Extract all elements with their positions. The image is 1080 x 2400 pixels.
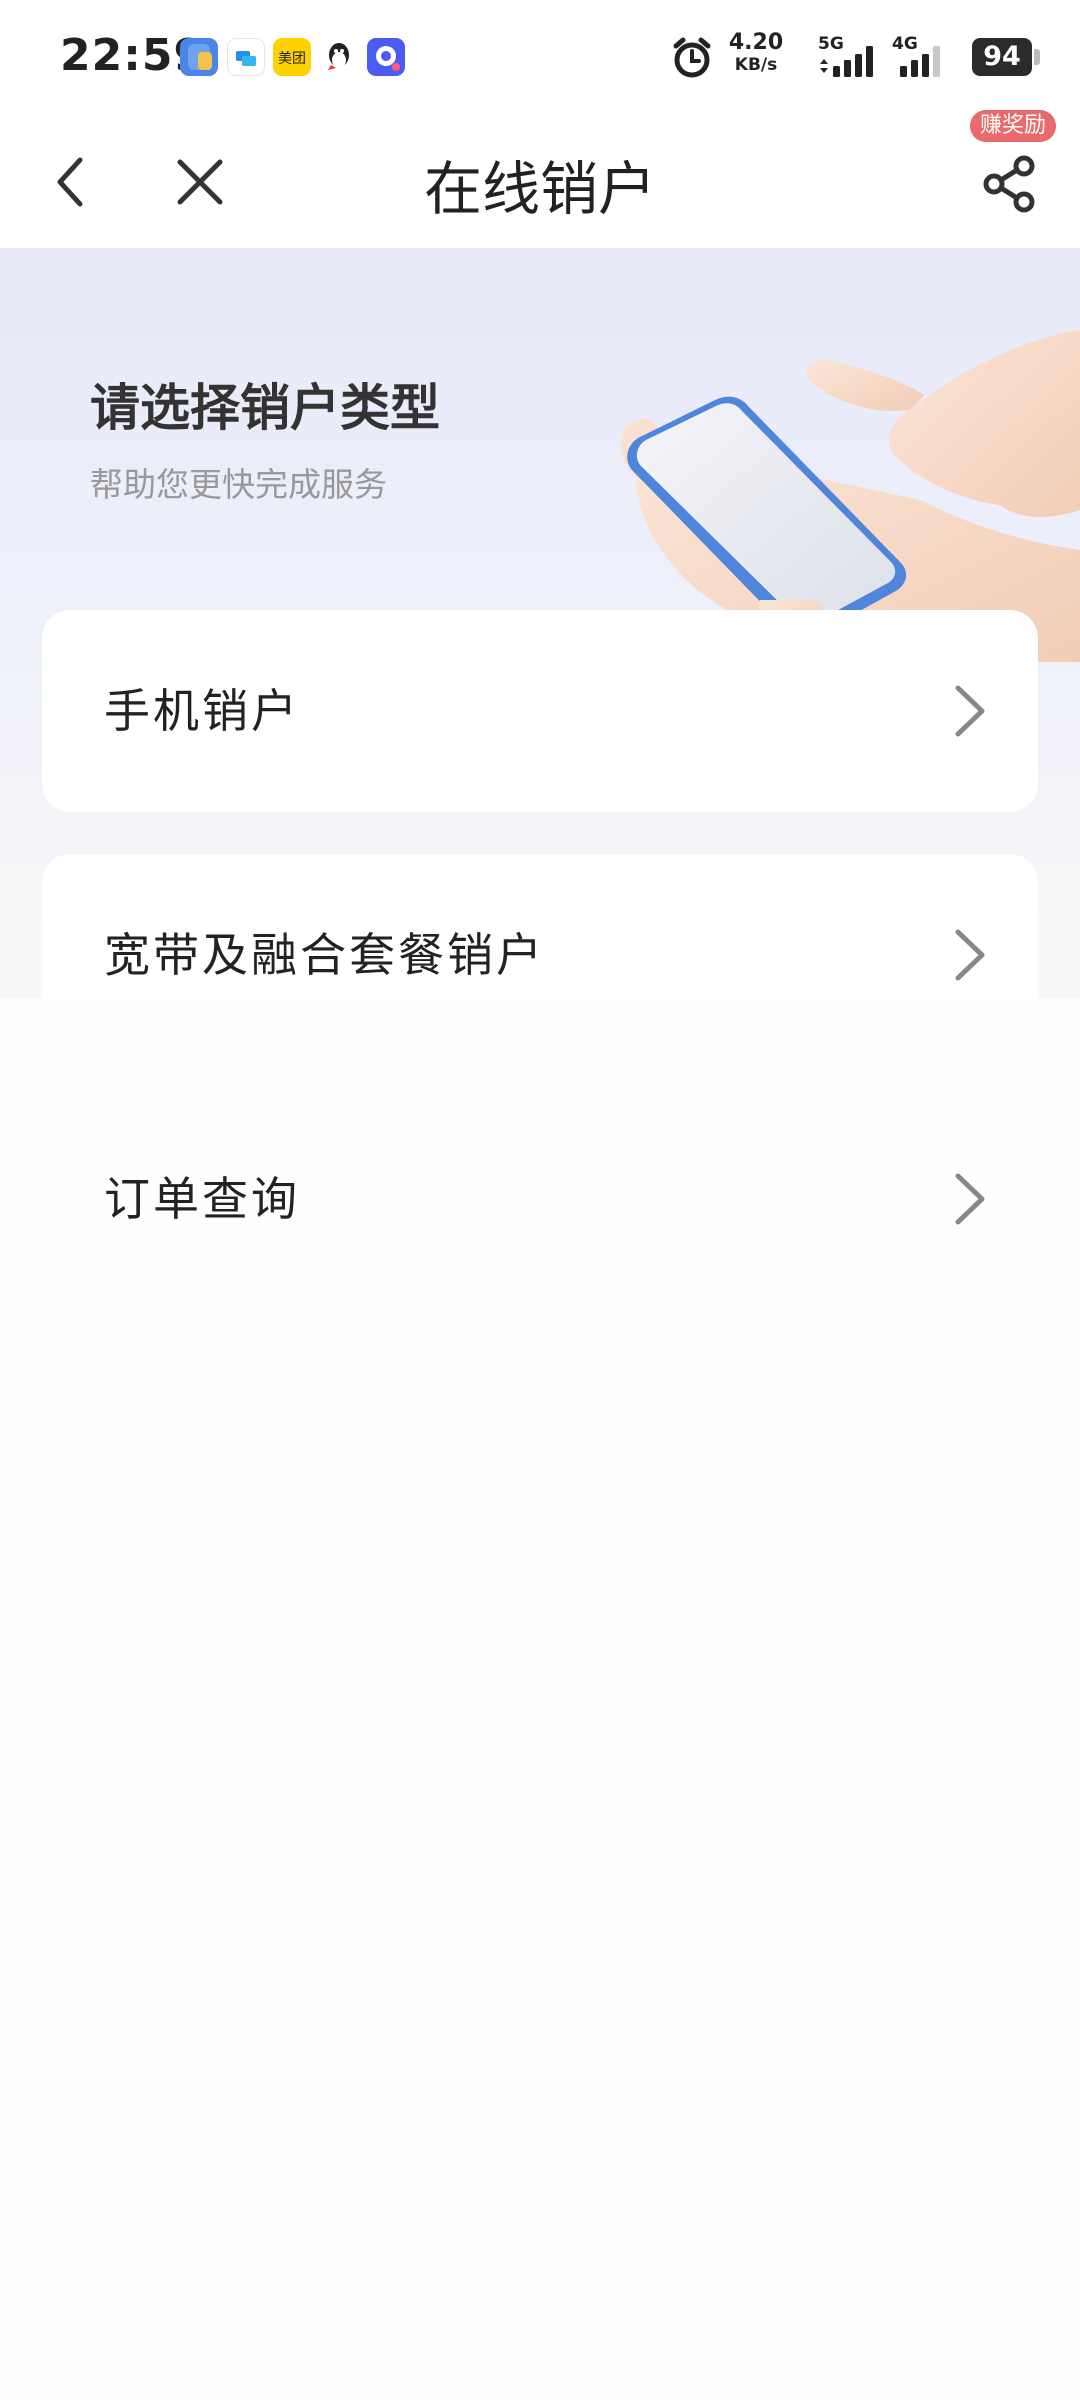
reward-badge[interactable]: 赚奖励: [969, 110, 1056, 143]
title-bar: 在线销户 赚奖励: [0, 110, 1080, 248]
menu-item-label: 订单查询: [104, 1172, 300, 1226]
messenger-app-icon: [367, 38, 405, 76]
hand-holding-phone-illustration: [620, 330, 1080, 662]
net-speed: 4.20 KB/s: [726, 32, 786, 74]
menu-item-phone-account-cancel[interactable]: 手机销户: [42, 610, 1038, 812]
alarm-icon: [673, 37, 711, 78]
battery-cap: [1034, 49, 1040, 65]
net-speed-value: 4.20: [728, 30, 784, 55]
chevron-right-icon: [955, 1173, 985, 1225]
svg-text:美团: 美团: [278, 51, 306, 67]
banner-subtitle: 帮助您更快完成服务: [90, 465, 387, 504]
sim2-signal: 4G: [892, 34, 954, 80]
page-title: 在线销户: [423, 155, 656, 223]
menu-item-label: 手机销户: [104, 684, 300, 738]
menu-item-order-query[interactable]: 订单查询: [42, 1098, 1038, 1300]
chat-app-icon: [227, 38, 265, 76]
status-right-cluster: 4.20 KB/s 5G 4G 94: [660, 30, 1040, 86]
battery-indicator: 94: [972, 38, 1040, 76]
status-bar: 22:59 美团 4.20 KB/s 5G 4G 94: [0, 0, 1080, 116]
chevron-right-icon: [955, 685, 985, 737]
sim1-label: 5G: [818, 34, 844, 54]
qq-app-icon: [320, 38, 358, 76]
files-app-icon: [180, 38, 218, 76]
sim1-signal: 5G: [816, 34, 886, 80]
battery-level: 94: [972, 38, 1032, 76]
screen: 22:59 美团 4.20 KB/s 5G 4G 94 在线销户 赚奖励 请选择…: [0, 0, 1080, 2400]
meituan-app-icon: 美团: [273, 38, 311, 76]
sim2-label: 4G: [892, 34, 918, 54]
net-speed-unit: KB/s: [734, 55, 778, 75]
chevron-right-icon: [955, 929, 985, 981]
share-button[interactable]: [972, 146, 1048, 222]
banner-title: 请选择销户类型: [90, 379, 440, 437]
share-icon: [983, 155, 1035, 213]
